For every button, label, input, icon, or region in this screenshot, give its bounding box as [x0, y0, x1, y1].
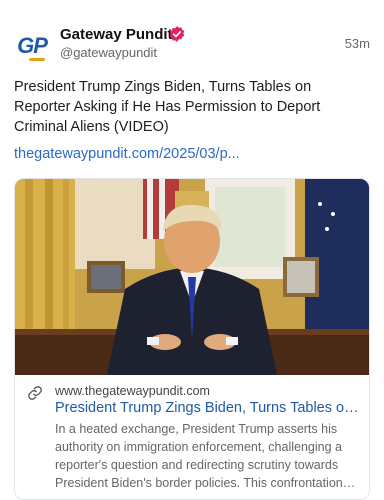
card-domain: www.thegatewaypundit.com	[55, 384, 210, 398]
post-body-text: President Trump Zings Biden, Turns Table…	[14, 79, 321, 135]
post-link[interactable]: thegatewaypundit.com/2025/03/p...	[14, 146, 240, 162]
author-avatar[interactable]: GP	[14, 28, 50, 64]
card-meta: www.thegatewaypundit.com President Trump…	[15, 375, 369, 499]
author-handle[interactable]: @gatewaypundit	[60, 45, 157, 60]
card-title[interactable]: President Trump Zings Biden, Turns Table…	[55, 400, 361, 416]
card-description: In a heated exchange, President Trump as…	[55, 422, 343, 490]
social-post: GP Gateway Pundit @gatewaypundit 53m Pre…	[0, 0, 384, 500]
link-icon	[28, 386, 42, 400]
post-timestamp[interactable]: 53m	[345, 36, 370, 51]
verified-badge-icon	[169, 26, 185, 42]
avatar-logo-text: GP	[17, 33, 48, 58]
author-name[interactable]: Gateway Pundit	[60, 26, 173, 43]
card-thumbnail-image	[15, 179, 369, 375]
link-preview-card[interactable]: www.thegatewaypundit.com President Trump…	[14, 178, 370, 500]
avatar-swoosh	[29, 58, 45, 61]
